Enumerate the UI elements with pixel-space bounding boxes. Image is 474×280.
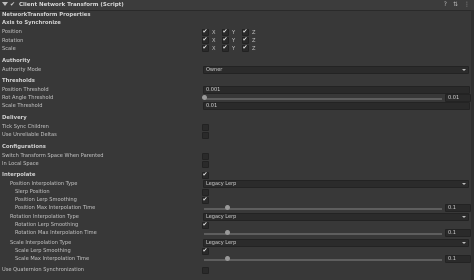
local-space-label: In Local Space bbox=[2, 161, 39, 167]
scale-smoothing-label: Scale Lerp Smoothing bbox=[15, 248, 71, 254]
scale-threshold-field[interactable]: 0.01 bbox=[203, 102, 470, 110]
configurations-section-title: Configurations bbox=[2, 144, 46, 150]
axis-x-label: X bbox=[212, 45, 216, 52]
scale-max-time-label: Scale Max Interpolation Time bbox=[15, 256, 90, 262]
axis-position-y-toggle[interactable]: Y bbox=[222, 28, 236, 36]
chevron-down-icon bbox=[462, 183, 466, 185]
axis-rotation-x-toggle[interactable]: X bbox=[202, 36, 216, 44]
authority-section-title: Authority bbox=[2, 58, 31, 64]
rot-threshold-slider-knob[interactable] bbox=[201, 95, 207, 100]
axis-scale-z-checkbox[interactable] bbox=[242, 44, 249, 52]
axis-rotation-y-checkbox[interactable] bbox=[222, 36, 229, 44]
axis-z-label: Z bbox=[252, 37, 256, 44]
chevron-down-icon bbox=[462, 242, 466, 244]
axis-rotation-x-checkbox[interactable] bbox=[202, 36, 209, 44]
scale-max-time-slider-track[interactable] bbox=[204, 259, 442, 261]
scale-interp-type-label: Scale Interpolation Type bbox=[10, 240, 72, 246]
unreliable-checkbox[interactable] bbox=[202, 132, 209, 139]
foldout-chevron-icon[interactable] bbox=[2, 2, 8, 6]
rot-threshold-label: Rot Angle Threshold bbox=[2, 95, 54, 101]
axis-x-label: X bbox=[212, 29, 216, 36]
axis-position-y-checkbox[interactable] bbox=[222, 28, 229, 36]
axis-rotation-label: Rotation bbox=[2, 38, 24, 44]
pos-max-time-value[interactable]: 0.1 bbox=[445, 204, 471, 212]
rot-max-time-label: Rotation Max Interpolation Time bbox=[15, 230, 97, 236]
local-space-checkbox[interactable] bbox=[202, 161, 209, 168]
authority-mode-value: Owner bbox=[206, 67, 223, 73]
axis-rotation-z-toggle[interactable]: Z bbox=[242, 36, 256, 44]
component-enabled-checkbox[interactable]: ✔ bbox=[10, 2, 16, 8]
axis-scale-y-toggle[interactable]: Y bbox=[222, 44, 236, 52]
pos-smoothing-checkbox[interactable] bbox=[202, 196, 209, 204]
pos-max-time-slider-track[interactable] bbox=[204, 208, 442, 210]
pos-interp-type-value: Legacy Lerp bbox=[206, 181, 237, 187]
header-icons: ? ⇅ ⋮ bbox=[444, 1, 470, 8]
authority-mode-dropdown[interactable]: Owner bbox=[203, 66, 469, 74]
position-threshold-field[interactable]: 0.001 bbox=[203, 86, 470, 94]
scale-threshold-label: Scale Threshold bbox=[2, 103, 43, 109]
axis-z-label: Z bbox=[252, 45, 256, 52]
axis-scale-z-toggle[interactable]: Z bbox=[242, 44, 256, 52]
rot-max-time-slider-track[interactable] bbox=[204, 233, 442, 235]
axis-scale-x-toggle[interactable]: X bbox=[202, 44, 216, 52]
tick-sync-checkbox[interactable] bbox=[202, 124, 209, 131]
axis-scale-y-checkbox[interactable] bbox=[222, 44, 229, 52]
switch-space-label: Switch Transform Space When Parented bbox=[2, 153, 104, 159]
help-icon[interactable]: ? bbox=[444, 1, 447, 8]
scale-interp-type-dropdown[interactable]: Legacy Lerp bbox=[203, 239, 469, 247]
switch-space-checkbox[interactable] bbox=[202, 153, 209, 160]
axis-y-label: Y bbox=[232, 29, 236, 36]
more-icon[interactable]: ⋮ bbox=[464, 1, 470, 8]
axis-x-label: X bbox=[212, 37, 216, 44]
preset-icon[interactable]: ⇅ bbox=[453, 1, 458, 8]
component-title: Client Network Transform (Script) bbox=[19, 1, 124, 8]
axis-scale-label: Scale bbox=[2, 46, 16, 52]
rot-interp-type-dropdown[interactable]: Legacy Lerp bbox=[203, 213, 469, 221]
rot-smoothing-checkbox[interactable] bbox=[202, 221, 209, 229]
rot-threshold-slider-track[interactable] bbox=[204, 98, 442, 100]
position-threshold-label: Position Threshold bbox=[2, 87, 49, 93]
axis-position-z-checkbox[interactable] bbox=[242, 28, 249, 36]
axis-position-z-toggle[interactable]: Z bbox=[242, 28, 256, 36]
axis-rotation-z-checkbox[interactable] bbox=[242, 36, 249, 44]
rot-smoothing-label: Rotation Lerp Smoothing bbox=[15, 222, 79, 228]
axis-rotation-y-toggle[interactable]: Y bbox=[222, 36, 236, 44]
rot-max-time-value[interactable]: 0.1 bbox=[445, 229, 471, 237]
axis-z-label: Z bbox=[252, 29, 256, 36]
component-header[interactable]: ✔ Client Network Transform (Script) ? ⇅ … bbox=[0, 0, 474, 11]
rot-threshold-value[interactable]: 0.01 bbox=[445, 94, 471, 102]
properties-title: NetworkTransform Properties bbox=[2, 12, 91, 18]
quaternion-sync-checkbox[interactable] bbox=[202, 267, 209, 274]
interpolate-section-title: Interpolate bbox=[2, 172, 36, 178]
rot-interp-type-label: Rotation Interpolation Type bbox=[10, 214, 79, 220]
slerp-position-label: Slerp Position bbox=[15, 189, 50, 195]
interpolate-checkbox[interactable] bbox=[202, 171, 209, 179]
tick-sync-label: Tick Sync Children bbox=[2, 124, 49, 130]
unreliable-label: Use Unreliable Deltas bbox=[2, 132, 57, 138]
pos-smoothing-label: Position Lerp Smoothing bbox=[15, 197, 77, 203]
chevron-down-icon bbox=[462, 216, 466, 218]
scale-max-time-value[interactable]: 0.1 bbox=[445, 255, 471, 263]
pos-interp-type-dropdown[interactable]: Legacy Lerp bbox=[203, 180, 469, 188]
axis-position-x-toggle[interactable]: X bbox=[202, 28, 216, 36]
rot-interp-type-value: Legacy Lerp bbox=[206, 214, 237, 220]
pos-interp-type-label: Position Interpolation Type bbox=[10, 181, 78, 187]
slerp-position-checkbox[interactable] bbox=[202, 189, 209, 196]
delivery-section-title: Delivery bbox=[2, 115, 27, 121]
authority-mode-label: Authority Mode bbox=[2, 67, 42, 73]
axis-position-label: Position bbox=[2, 29, 22, 35]
pos-max-time-label: Position Max Interpolation Time bbox=[15, 205, 96, 211]
scale-interp-type-value: Legacy Lerp bbox=[206, 240, 237, 246]
axis-scale-x-checkbox[interactable] bbox=[202, 44, 209, 52]
chevron-down-icon bbox=[462, 69, 466, 71]
axis-y-label: Y bbox=[232, 37, 236, 44]
thresholds-section-title: Thresholds bbox=[2, 78, 35, 84]
scale-smoothing-checkbox[interactable] bbox=[202, 247, 209, 255]
quaternion-sync-label: Use Quaternion Synchronization bbox=[2, 267, 85, 273]
axis-position-x-checkbox[interactable] bbox=[202, 28, 209, 36]
axis-section-title: Axis to Synchronize bbox=[2, 20, 61, 26]
axis-y-label: Y bbox=[232, 45, 236, 52]
